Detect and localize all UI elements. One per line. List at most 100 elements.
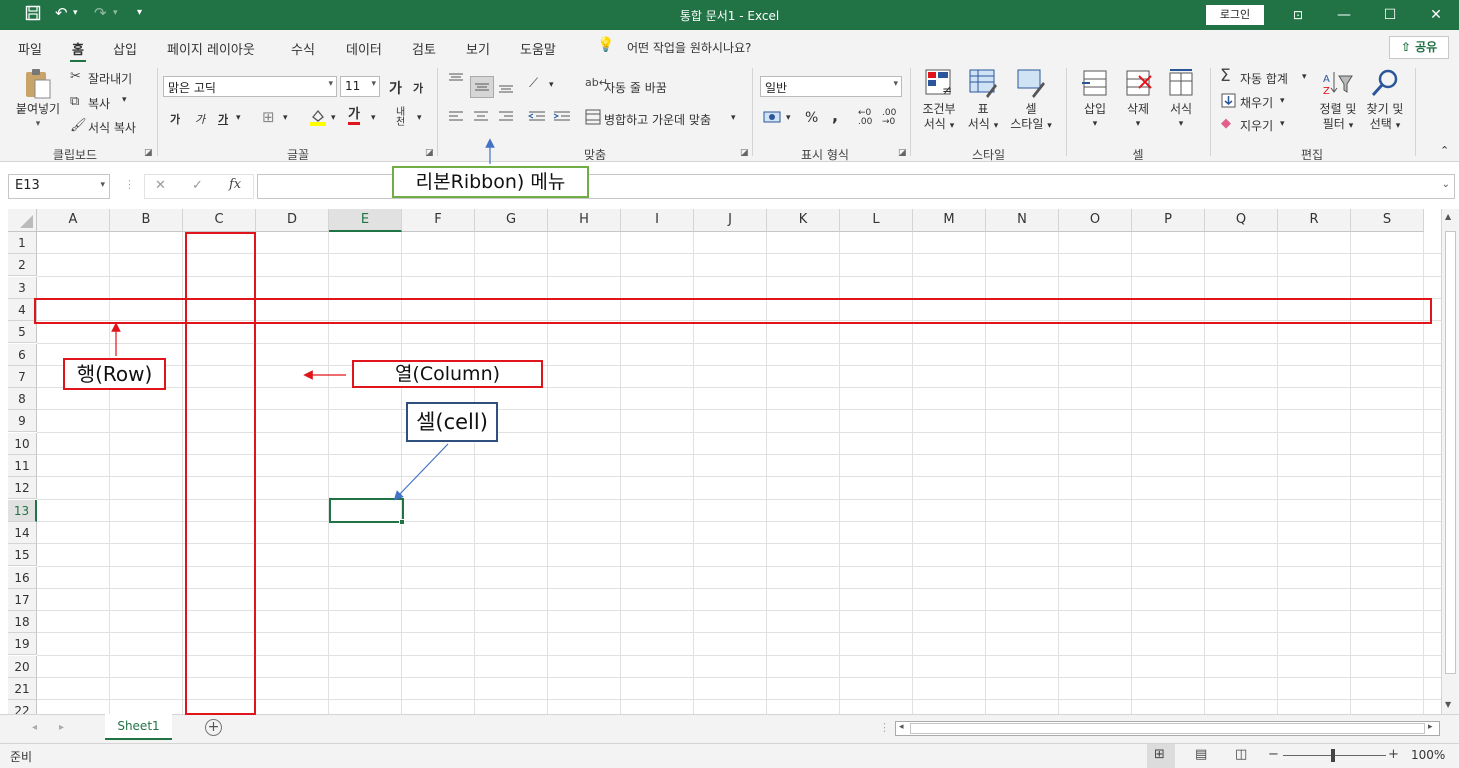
tab-home[interactable]: 홈 — [70, 39, 86, 63]
zoom-slider-thumb[interactable] — [1331, 749, 1335, 762]
add-sheet-icon[interactable]: + — [205, 719, 222, 736]
font-size-select[interactable]: 11 ▾ — [340, 76, 380, 97]
row-header-22[interactable]: 22 — [8, 700, 37, 714]
minimize-icon[interactable]: — — [1321, 0, 1367, 30]
collapse-ribbon-icon[interactable]: ⌃ — [1440, 144, 1449, 157]
scroll-right-icon[interactable]: ▸ — [1428, 722, 1433, 732]
column-header-N[interactable]: N — [986, 209, 1059, 232]
italic-button[interactable]: 가 — [195, 111, 205, 127]
row-header-13[interactable]: 13 — [8, 499, 37, 522]
row-header-9[interactable]: 9 — [8, 410, 37, 433]
shrink-font-button[interactable]: 가 — [413, 80, 423, 96]
row-header-8[interactable]: 8 — [8, 388, 37, 411]
border-dropdown-icon[interactable]: ▾ — [283, 113, 288, 123]
align-center-icon[interactable] — [473, 110, 489, 128]
orientation-dropdown-icon[interactable]: ▾ — [549, 80, 554, 90]
column-header-H[interactable]: H — [548, 209, 621, 232]
fill-color-icon[interactable] — [309, 108, 327, 130]
column-header-G[interactable]: G — [475, 209, 548, 232]
row-header-5[interactable]: 5 — [8, 321, 37, 344]
clipboard-launcher-icon[interactable]: ◪ — [144, 148, 153, 158]
bold-button[interactable]: 가 — [170, 111, 180, 127]
scroll-down-icon[interactable]: ▼ — [1445, 700, 1451, 709]
row-header-17[interactable]: 17 — [8, 588, 37, 611]
column-header-B[interactable]: B — [110, 209, 183, 232]
alignment-launcher-icon[interactable]: ◪ — [740, 148, 749, 158]
underline-button[interactable]: 가 — [218, 111, 228, 127]
fill-dropdown-icon[interactable]: ▾ — [1280, 96, 1285, 106]
tab-file[interactable]: 파일 — [18, 39, 42, 58]
horizontal-scrollbar[interactable]: ◂ ▸ — [895, 721, 1440, 736]
row-header-19[interactable]: 19 — [8, 633, 37, 656]
column-header-J[interactable]: J — [694, 209, 767, 232]
active-cell-E13[interactable] — [329, 498, 404, 523]
ribbon-display-icon[interactable]: ⊡ — [1275, 0, 1321, 30]
fill-color-dropdown-icon[interactable]: ▾ — [331, 113, 336, 123]
delete-cells-button[interactable]: 삭제 ▾ — [1117, 68, 1159, 132]
split-handle-icon[interactable]: ⋮ — [879, 721, 890, 734]
wrap-text-button[interactable]: 자동 줄 바꿈 — [604, 79, 667, 96]
font-color-button[interactable]: 가 — [348, 108, 360, 125]
phonetic-button[interactable]: 내천 — [396, 108, 410, 128]
column-header-P[interactable]: P — [1132, 209, 1205, 232]
login-button[interactable]: 로그인 — [1206, 5, 1264, 25]
font-name-select[interactable]: 맑은 고딕 ▾ — [163, 76, 337, 97]
cut-button[interactable]: 잘라내기 — [88, 70, 132, 87]
tab-insert[interactable]: 삽입 — [113, 39, 137, 58]
conditional-format-button[interactable]: ≠ 조건부 서식 ▾ — [916, 68, 962, 134]
share-button[interactable]: ⇧ 공유 — [1389, 36, 1449, 59]
clear-dropdown-icon[interactable]: ▾ — [1280, 119, 1285, 129]
number-launcher-icon[interactable]: ◪ — [898, 148, 907, 158]
underline-dropdown-icon[interactable]: ▾ — [236, 113, 241, 123]
decrease-decimal-icon[interactable]: .00 →0 — [882, 109, 896, 127]
font-color-dropdown-icon[interactable]: ▾ — [371, 113, 376, 123]
percent-button[interactable]: % — [805, 110, 818, 126]
zoom-in-icon[interactable]: + — [1388, 747, 1399, 762]
name-box[interactable]: E13 ▾ — [8, 174, 110, 199]
tab-data[interactable]: 데이터 — [346, 39, 382, 58]
cell-styles-button[interactable]: 셀 스타일 ▾ — [1005, 68, 1057, 134]
autosum-dropdown-icon[interactable]: ▾ — [1302, 72, 1307, 82]
row-header-4[interactable]: 4 — [8, 298, 37, 321]
expand-formula-icon[interactable]: ⌄ — [1442, 179, 1450, 190]
sheet-tab-sheet1[interactable]: Sheet1 — [105, 714, 172, 740]
insert-cells-button[interactable]: 삽입 ▾ — [1074, 68, 1116, 132]
row-header-6[interactable]: 6 — [8, 343, 37, 366]
prev-sheet-icon[interactable]: ◂ — [32, 722, 37, 733]
tell-me-search[interactable]: 어떤 작업을 원하시나요? — [627, 39, 751, 56]
select-all-button[interactable] — [8, 209, 37, 232]
border-icon[interactable]: ⊞ — [262, 108, 275, 126]
column-header-R[interactable]: R — [1278, 209, 1351, 232]
column-header-C[interactable]: C — [183, 209, 256, 232]
row-header-16[interactable]: 16 — [8, 566, 37, 589]
format-as-table-button[interactable]: 표 서식 ▾ — [962, 68, 1004, 134]
clear-button[interactable]: 지우기 — [1240, 117, 1273, 134]
next-sheet-icon[interactable]: ▸ — [59, 722, 64, 733]
tab-view[interactable]: 보기 — [466, 39, 490, 58]
row-header-20[interactable]: 20 — [8, 655, 37, 678]
column-header-O[interactable]: O — [1059, 209, 1132, 232]
column-header-I[interactable]: I — [621, 209, 694, 232]
tab-help[interactable]: 도움말 — [520, 39, 556, 58]
normal-view-icon[interactable]: ⊞ — [1154, 747, 1165, 762]
enter-icon[interactable]: ✓ — [192, 178, 203, 193]
phonetic-dropdown-icon[interactable]: ▾ — [417, 113, 422, 123]
align-right-icon[interactable] — [498, 110, 514, 128]
column-header-L[interactable]: L — [840, 209, 913, 232]
comma-button[interactable]: , — [832, 106, 838, 125]
row-header-1[interactable]: 1 — [8, 232, 37, 254]
row-header-21[interactable]: 21 — [8, 678, 37, 700]
increase-indent-icon[interactable] — [553, 110, 571, 128]
row-header-18[interactable]: 18 — [8, 611, 37, 634]
number-format-select[interactable]: 일반 ▾ — [760, 76, 902, 97]
align-bottom-icon[interactable] — [498, 80, 514, 98]
format-painter-button[interactable]: 서식 복사 — [88, 119, 136, 136]
page-layout-view-icon[interactable]: ▤ — [1195, 747, 1207, 762]
row-header-10[interactable]: 10 — [8, 432, 37, 455]
tab-formulas[interactable]: 수식 — [291, 39, 315, 58]
tab-review[interactable]: 검토 — [412, 39, 436, 58]
merge-dropdown-icon[interactable]: ▾ — [731, 113, 736, 123]
sort-filter-button[interactable]: AZ 정렬 및 필터 ▾ — [1314, 68, 1362, 134]
tab-page-layout[interactable]: 페이지 레이아웃 — [167, 39, 255, 58]
autosum-button[interactable]: 자동 합계 — [1240, 70, 1288, 87]
